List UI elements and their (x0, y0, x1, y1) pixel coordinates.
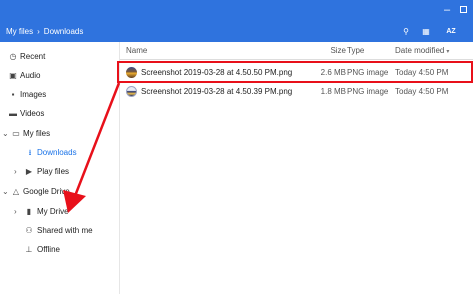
chevron-right-icon[interactable]: › (14, 162, 22, 181)
sidebar-item-my-files[interactable]: ⌄ ▭ My files (0, 124, 119, 143)
breadcrumb-my-files[interactable]: My files (6, 27, 33, 36)
people-icon: ⚇ (25, 226, 33, 235)
maximize-icon (459, 6, 467, 13)
file-size: 1.8 MB (320, 87, 346, 96)
column-header-name[interactable]: Name (126, 42, 147, 60)
search-icon[interactable]: ⚲ (398, 25, 414, 39)
sidebar-item-audio[interactable]: ▣ Audio (0, 66, 119, 85)
column-header-type[interactable]: Type (347, 42, 364, 60)
sidebar-item-play-files[interactable]: › ▶ Play files (0, 162, 119, 181)
sidebar-item-label: Recent (20, 52, 46, 61)
sidebar-item-label: Images (20, 90, 47, 99)
sidebar-item-label: Offline (37, 245, 60, 254)
sidebar-item-label: Shared with me (37, 226, 93, 235)
file-date-modified: Today 4:50 PM (395, 87, 449, 96)
sidebar-item-downloads[interactable]: ⭳ Downloads (0, 143, 119, 162)
sidebar-item-label: Google Drive (23, 187, 70, 196)
sidebar-item-label: Videos (20, 109, 45, 118)
table-row[interactable]: Screenshot 2019-03-28 at 4.50.39 PM.png … (120, 82, 473, 101)
sidebar-item-videos[interactable]: ▬ Videos (0, 104, 119, 123)
app-toolbar: My files › Downloads ⚲ ▦ AZ (0, 22, 473, 42)
chevron-down-icon[interactable]: ⌄ (2, 182, 10, 201)
sidebar-item-offline[interactable]: ⊥ Offline (0, 240, 119, 259)
column-header-date-label: Date modified (395, 46, 445, 55)
sidebar-item-label: My Drive (37, 207, 69, 216)
breadcrumb-separator: › (37, 27, 40, 36)
sidebar-item-shared-with-me[interactable]: ⚇ Shared with me (0, 221, 119, 240)
sidebar: ◷ Recent ▣ Audio ▪ Images ▬ Videos ⌄ ▭ M… (0, 42, 119, 294)
sidebar-item-google-drive[interactable]: ⌄ △ Google Drive (0, 182, 119, 201)
sort-down-icon: ▾ (446, 49, 450, 55)
chevron-down-icon[interactable]: ⌄ (2, 124, 10, 143)
sidebar-item-my-drive[interactable]: › ▮ My Drive (0, 202, 119, 221)
sidebar-item-label: Play files (37, 167, 70, 176)
file-name: Screenshot 2019-03-28 at 4.50.39 PM.png (141, 87, 293, 96)
audio-icon: ▣ (9, 71, 17, 80)
sidebar-item-label: Audio (20, 71, 41, 80)
video-icon: ▬ (9, 109, 17, 118)
window-titlebar: – (0, 0, 473, 22)
maximize-button[interactable] (456, 3, 470, 17)
drive-icon: △ (12, 187, 20, 196)
column-header-row: Name Size Type Date modified ▾ (120, 42, 473, 60)
breadcrumb-downloads[interactable]: Downloads (44, 27, 84, 36)
sidebar-item-label: Downloads (37, 148, 77, 157)
clock-icon: ◷ (9, 52, 17, 61)
grid-view-icon[interactable]: ▦ (418, 25, 434, 39)
highlight-box (117, 61, 473, 83)
download-icon: ⭳ (28, 148, 32, 157)
sort-button[interactable]: AZ (443, 25, 459, 39)
breadcrumb: My files › Downloads (6, 25, 83, 39)
column-header-date-modified[interactable]: Date modified ▾ (395, 42, 449, 61)
play-icon: ▶ (25, 167, 33, 176)
minimize-button[interactable]: – (440, 3, 454, 17)
file-type: PNG image (347, 87, 389, 96)
chevron-right-icon[interactable]: › (14, 202, 22, 221)
sidebar-item-images[interactable]: ▪ Images (0, 85, 119, 104)
sidebar-item-label: My files (23, 129, 51, 138)
computer-icon: ▭ (12, 129, 20, 138)
image-icon: ▪ (11, 90, 15, 99)
pin-icon: ⊥ (25, 245, 33, 254)
column-header-size[interactable]: Size (316, 42, 346, 60)
sidebar-item-recent[interactable]: ◷ Recent (0, 47, 119, 66)
folder-icon: ▮ (26, 207, 32, 216)
file-thumbnail (126, 86, 137, 97)
